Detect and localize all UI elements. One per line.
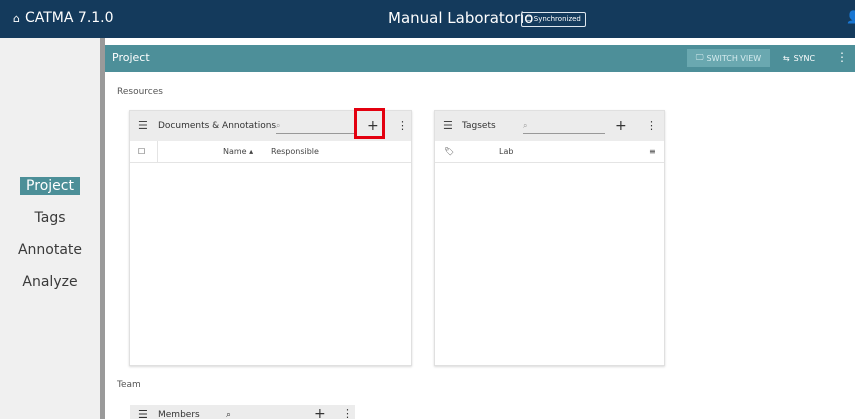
tagsets-search-input[interactable]: ⌕	[523, 121, 605, 134]
tag-icon: 🏷	[444, 147, 455, 156]
documents-card-title: Documents & Annotations	[158, 121, 277, 131]
nav-item-analyze[interactable]: Analyze	[0, 274, 100, 290]
nav-item-annotate[interactable]: Annotate	[0, 242, 100, 258]
more-options-icon[interactable]: ⋮	[836, 50, 848, 64]
documents-card: ☰ Documents & Annotations ⌕ + ⋮ ☐ Name ▴…	[129, 110, 412, 366]
add-button-highlight	[354, 108, 385, 139]
sync-arrows-icon: ⇆	[782, 53, 790, 63]
menu-icon[interactable]: ≡	[649, 147, 656, 156]
nav-item-tags[interactable]: Tags	[0, 210, 100, 226]
tagsets-card-title: Tagsets	[462, 121, 496, 131]
documents-search-input[interactable]: ⌕	[276, 121, 356, 134]
home-icon: ⌂	[13, 11, 20, 25]
resources-heading: Resources	[117, 87, 163, 97]
column-divider	[157, 141, 158, 163]
top-bar: ⌂ CATMA 7.1.0 Manual Laboratorio 🖵 Synch…	[0, 0, 855, 38]
sync-status-badge: 🖵 Synchronized	[521, 12, 586, 27]
sync-label: SYNC	[793, 53, 816, 63]
nav-divider[interactable]	[100, 38, 105, 419]
documents-column-header: ☐ Name ▴ Responsible	[130, 141, 411, 163]
left-nav: Project Tags Annotate Analyze	[0, 38, 100, 419]
list-icon[interactable]: ☰	[443, 119, 453, 132]
members-search-input[interactable]: ⌕	[226, 410, 304, 419]
app-brand[interactable]: ⌂ CATMA 7.1.0	[13, 10, 114, 26]
select-all-checkbox[interactable]: ☐	[138, 147, 145, 156]
members-card-title: Members	[158, 410, 200, 419]
tagset-name: Lab	[499, 147, 514, 156]
nav-item-label: Analyze	[22, 274, 78, 290]
tagsets-card-header: ☰ Tagsets ⌕ + ⋮	[435, 111, 664, 141]
nav-item-label: Annotate	[17, 242, 83, 258]
add-tagset-button[interactable]: +	[615, 118, 627, 134]
team-heading: Team	[117, 380, 141, 390]
list-icon[interactable]: ☰	[138, 119, 148, 132]
more-options-icon[interactable]: ⋮	[397, 119, 408, 132]
add-member-button[interactable]: +	[314, 406, 326, 419]
column-name-label: Name	[223, 147, 247, 156]
column-header-name[interactable]: Name ▴	[223, 147, 253, 156]
more-options-icon[interactable]: ⋮	[646, 119, 657, 132]
switch-view-button[interactable]: 🖵 SWITCH VIEW	[687, 49, 770, 67]
monitor-icon: 🖵	[695, 53, 704, 62]
more-options-icon[interactable]: ⋮	[342, 407, 353, 419]
sync-button[interactable]: ⇆ SYNC	[774, 49, 824, 67]
nav-item-label: Tags	[34, 210, 66, 226]
project-bar: Project 🖵 SWITCH VIEW ⇆ SYNC ⋮	[105, 45, 855, 72]
app-name: CATMA 7.1.0	[24, 10, 114, 26]
sync-status-label: Synchronized	[533, 15, 581, 23]
column-header-responsible[interactable]: Responsible	[271, 147, 319, 156]
user-icon[interactable]: 👤	[846, 10, 855, 24]
switch-view-label: SWITCH VIEW	[706, 53, 762, 63]
nav-item-project[interactable]: Project	[0, 177, 100, 195]
list-icon[interactable]: ☰	[138, 408, 148, 419]
project-bar-label: Project	[112, 51, 150, 64]
nav-item-label: Project	[20, 177, 80, 195]
tagset-row[interactable]: 🏷 Lab ≡	[435, 141, 664, 163]
members-card-header: ☰ Members ⌕ + ⋮	[130, 405, 355, 419]
tagsets-card: ☰ Tagsets ⌕ + ⋮ 🏷 Lab ≡	[434, 110, 665, 366]
monitor-icon: 🖵	[525, 15, 532, 23]
project-title: Manual Laboratorio	[388, 9, 534, 27]
